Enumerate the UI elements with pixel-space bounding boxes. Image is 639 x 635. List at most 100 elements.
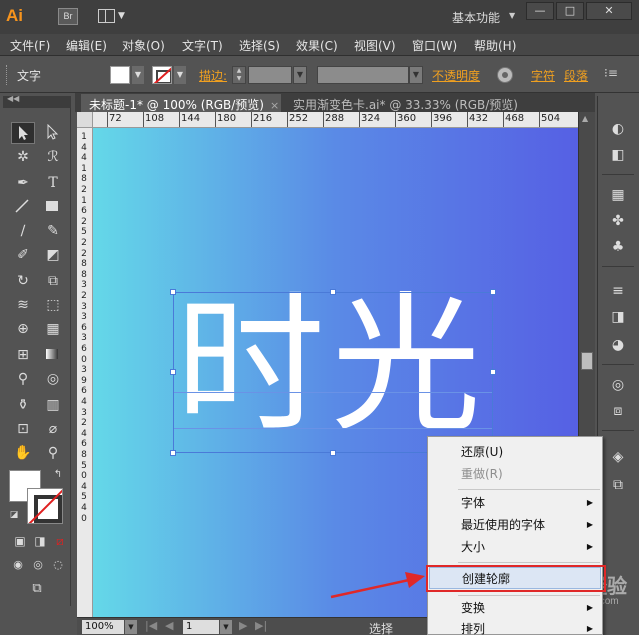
symbol-sprayer-tool[interactable]: ⚱ [11, 394, 35, 416]
stroke-color-swatch[interactable] [152, 66, 172, 84]
color-guide-icon[interactable]: ◧ [608, 146, 628, 164]
recolor-artwork-icon[interactable] [497, 67, 513, 83]
eraser-tool[interactable]: ◩ [41, 244, 65, 266]
fill-color-swatch[interactable] [110, 66, 130, 84]
minimize-button[interactable]: — [526, 2, 554, 20]
eyedropper-tool[interactable]: ⚲ [11, 368, 35, 390]
line-tool[interactable] [11, 196, 35, 218]
gradient-mode-icon[interactable]: ◨ [31, 532, 49, 550]
stroke-color-box[interactable] [27, 488, 63, 524]
transparency-panel-icon[interactable]: ◕ [608, 336, 628, 354]
panel-grip[interactable] [6, 65, 9, 85]
artboards-panel-icon[interactable]: ⧉ [608, 476, 628, 494]
chevron-down-icon[interactable]: ▼ [409, 66, 423, 84]
panel-menu-icon[interactable]: ⁝≡ [604, 66, 618, 80]
warp-tool[interactable]: ≋ [11, 294, 35, 316]
menu-effect[interactable]: 效果(C) [296, 37, 338, 54]
menu-item-transform[interactable]: 变换 ▶ [429, 597, 601, 619]
magic-wand-tool[interactable]: ✲ [11, 146, 35, 168]
scroll-up-icon[interactable]: ▲ [582, 114, 588, 123]
mesh-tool[interactable]: ⊞ [11, 344, 35, 366]
stroke-weight-input[interactable] [248, 66, 292, 84]
draw-inside-icon[interactable]: ◌ [49, 556, 67, 574]
rotate-tool[interactable]: ↻ [11, 270, 35, 292]
shape-builder-tool[interactable]: ⊕ [11, 318, 35, 340]
type-tool[interactable]: T [41, 172, 65, 194]
color-mode-icon[interactable]: ▣ [11, 532, 29, 550]
gradient-tool[interactable] [41, 344, 65, 366]
menu-type[interactable]: 文字(T) [182, 37, 223, 54]
blend-tool[interactable]: ◎ [41, 368, 65, 390]
workspace-switcher[interactable]: 基本功能 [452, 9, 500, 26]
gradient-panel-icon[interactable]: ◨ [608, 308, 628, 326]
draw-behind-icon[interactable]: ◎ [29, 556, 47, 574]
menu-edit[interactable]: 编辑(E) [66, 37, 107, 54]
stroke-panel-icon[interactable]: ≡ [608, 282, 628, 300]
pen-tool[interactable]: ✒ [11, 172, 35, 194]
paintbrush-tool[interactable]: ∕ [11, 220, 35, 242]
chevron-down-icon[interactable]: ▼ [293, 66, 307, 84]
lasso-tool[interactable]: ℛ [41, 146, 65, 168]
zoom-tool[interactable]: ⚲ [41, 442, 65, 464]
last-artboard-icon[interactable]: ▶| [255, 619, 267, 632]
resize-handle[interactable] [330, 289, 336, 295]
artboard-tool[interactable]: ⊡ [11, 418, 35, 440]
hand-tool[interactable]: ✋ [11, 442, 35, 464]
character-link[interactable]: 字符 [531, 67, 555, 84]
default-colors-icon[interactable]: ◪ [7, 508, 21, 522]
resize-handle[interactable] [490, 289, 496, 295]
symbols-panel-icon[interactable]: ♣ [608, 238, 628, 256]
slice-tool[interactable]: ⌀ [41, 418, 65, 440]
chevron-down-icon[interactable]: ▼ [174, 66, 186, 84]
menu-item-size[interactable]: 大小 ▶ [429, 536, 601, 558]
color-panel-icon[interactable]: ◐ [608, 120, 628, 138]
chevron-down-icon[interactable]: ▼ [125, 620, 137, 634]
close-icon[interactable]: × [270, 99, 279, 112]
paragraph-link[interactable]: 段落 [564, 67, 588, 84]
first-artboard-icon[interactable]: |◀ [145, 619, 157, 632]
menu-view[interactable]: 视图(V) [354, 37, 396, 54]
stroke-weight-stepper[interactable]: ▲ ▼ [232, 66, 246, 84]
chevron-down-icon[interactable]: ▼ [220, 620, 232, 634]
blob-brush-tool[interactable]: ✐ [11, 244, 35, 266]
brushes-panel-icon[interactable]: ✤ [608, 212, 628, 230]
tab-untitled-1[interactable]: 未标题-1* @ 100% (RGB/预览) × [81, 94, 281, 112]
maximize-button[interactable]: □ [556, 2, 584, 20]
bridge-button[interactable]: Br [58, 8, 78, 25]
menu-object[interactable]: 对象(O) [122, 37, 165, 54]
tools-panel-header[interactable]: ◀◀ [3, 94, 71, 108]
resize-handle[interactable] [490, 369, 496, 375]
stroke-link[interactable]: 描边: [199, 67, 227, 84]
tab-gradient-card[interactable]: 实用渐变色卡.ai* @ 33.33% (RGB/预览) [285, 94, 585, 112]
previous-artboard-icon[interactable]: ◀ [165, 619, 173, 632]
variable-width-profile-select[interactable] [317, 66, 409, 84]
draw-normal-icon[interactable]: ◉ [9, 556, 27, 574]
direct-selection-tool[interactable] [41, 122, 65, 144]
screen-mode-icon[interactable]: ⧉ [25, 580, 49, 598]
menu-help[interactable]: 帮助(H) [474, 37, 516, 54]
status-text[interactable]: 选择 [369, 620, 393, 635]
menu-item-recent-fonts[interactable]: 最近使用的字体 ▶ [429, 514, 601, 536]
free-transform-tool[interactable]: ⬚ [41, 294, 65, 316]
chevron-down-icon[interactable]: ▼ [132, 66, 144, 84]
scale-tool[interactable]: ⧉ [41, 270, 65, 292]
next-artboard-icon[interactable]: ▶ [239, 619, 247, 632]
opacity-link[interactable]: 不透明度 [432, 67, 480, 84]
resize-handle[interactable] [170, 369, 176, 375]
swap-colors-icon[interactable]: ↰ [51, 468, 65, 482]
graphic-styles-icon[interactable]: ⧈ [608, 402, 628, 420]
resize-handle[interactable] [170, 450, 176, 456]
appearance-panel-icon[interactable]: ◎ [608, 376, 628, 394]
menu-select[interactable]: 选择(S) [239, 37, 280, 54]
selection-tool[interactable] [11, 122, 35, 144]
menu-item-undo[interactable]: 还原(U) [429, 441, 601, 463]
swatches-panel-icon[interactable]: ▦ [608, 186, 628, 204]
layers-panel-icon[interactable]: ◈ [608, 448, 628, 466]
close-button[interactable]: ✕ [586, 2, 632, 20]
ruler-origin[interactable] [77, 112, 93, 128]
resize-handle[interactable] [170, 289, 176, 295]
menu-window[interactable]: 窗口(W) [412, 37, 457, 54]
resize-handle[interactable] [330, 450, 336, 456]
rectangle-tool[interactable] [41, 196, 65, 218]
perspective-grid-tool[interactable]: ▦ [41, 318, 65, 340]
